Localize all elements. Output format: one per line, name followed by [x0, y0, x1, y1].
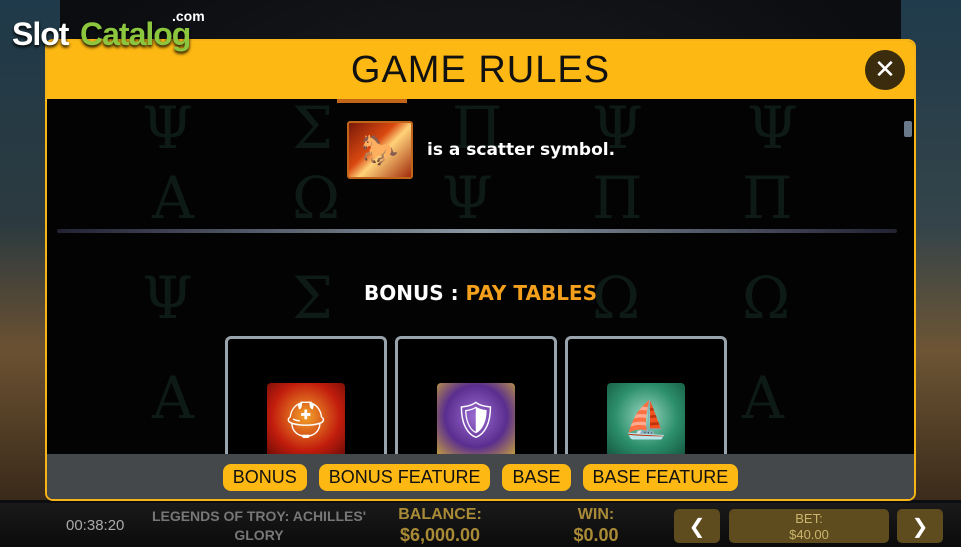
balance-value: $6,000.00 [399, 525, 481, 545]
bet-display[interactable]: BET: $40.00 [729, 509, 889, 543]
section-heading-value: PAY TABLES [465, 281, 598, 305]
helmet-icon: ⛑ [267, 383, 345, 454]
paytable-card-ship: ⛵ [565, 336, 727, 454]
bet-value: $40.00 [789, 527, 829, 542]
win-value: $0.00 [573, 525, 619, 545]
bet-decrease-button[interactable]: ❮ [674, 509, 720, 543]
tab-bonus[interactable]: BONUS [222, 464, 307, 491]
win-label: WIN: [577, 506, 615, 523]
scatter-rule: 🐎 is a scatter symbol. [347, 121, 615, 179]
logo-com-text: .com [172, 8, 205, 24]
paytable-cards: ⛑ 🛡 ⛵ [225, 336, 727, 454]
modal-title: GAME RULES [350, 48, 611, 91]
rules-tab-bar: BONUS BONUS FEATURE BASE BASE FEATURE [47, 454, 914, 499]
section-divider [57, 229, 897, 233]
balance-label: BALANCE: [398, 506, 482, 523]
logo-slot-text: Slot [12, 16, 69, 52]
clock: 00:38:20 [66, 517, 125, 534]
bet-increase-button[interactable]: ❯ [897, 509, 943, 543]
game-title: LEGENDS OF TROY: ACHILLES' GLORY [151, 508, 367, 543]
scatter-description: is a scatter symbol. [427, 140, 616, 160]
paytable-card-helmet: ⛑ [225, 336, 387, 454]
paytable-card-shield: 🛡 [395, 336, 557, 454]
scatter-horse-icon: 🐎 [347, 121, 413, 179]
scrollbar-thumb[interactable] [904, 121, 912, 137]
tab-base-feature[interactable]: BASE FEATURE [582, 464, 739, 491]
chevron-right-icon: ❯ [911, 514, 929, 538]
tab-base[interactable]: BASE [502, 464, 571, 491]
previous-symbol-edge [337, 99, 407, 103]
game-status-bar: 00:38:20 LEGENDS OF TROY: ACHILLES' GLOR… [0, 503, 961, 547]
section-heading: BONUS : PAY TABLES [47, 281, 914, 305]
close-button[interactable]: ✕ [865, 50, 905, 90]
ship-icon: ⛵ [607, 383, 685, 454]
scrollbar[interactable] [904, 119, 912, 449]
shield-icon: 🛡 [437, 383, 515, 454]
bet-label: BET: [795, 511, 823, 526]
game-rules-modal: GAME RULES ✕ Ψ Σ Π Ψ Ψ Α Ω Ψ Π Π Ψ Σ Ω Ω… [45, 39, 916, 501]
rules-content[interactable]: Ψ Σ Π Ψ Ψ Α Ω Ψ Π Π Ψ Σ Ω Ω Α Α 🐎 is a s… [47, 99, 914, 454]
section-heading-key: BONUS : [363, 281, 466, 305]
close-icon: ✕ [874, 55, 896, 85]
tab-bonus-feature[interactable]: BONUS FEATURE [318, 464, 491, 491]
chevron-left-icon: ❮ [688, 514, 706, 538]
